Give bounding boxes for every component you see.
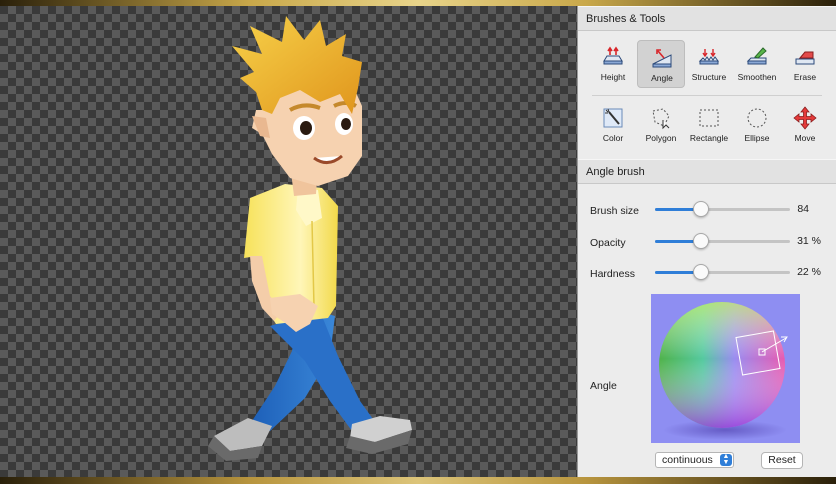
tool-polygon[interactable]: Polygon: [637, 101, 685, 149]
brushes-tools-header: Brushes & Tools: [578, 6, 836, 31]
opacity-label: Opacity: [590, 237, 626, 249]
window-bottom-border: [0, 477, 836, 484]
hardness-value: 22 %: [797, 266, 821, 278]
tool-smoothen[interactable]: Smoothen: [733, 40, 781, 88]
ellipse-select-icon: [747, 108, 767, 128]
angle-brush-header: Angle brush: [578, 159, 836, 184]
character-illustration: [208, 16, 412, 461]
smoothen-brush-icon: [746, 47, 767, 65]
brush-size-value: 84: [797, 203, 809, 215]
rectangle-select-icon: [699, 109, 719, 127]
tool-color[interactable]: Color: [589, 101, 637, 149]
normal-sphere: [659, 302, 788, 440]
slider-knob[interactable]: [693, 233, 709, 249]
tool-move[interactable]: Move: [781, 101, 829, 149]
tool-erase[interactable]: Erase: [781, 40, 829, 88]
tool-rectangle[interactable]: Rectangle: [685, 101, 733, 149]
tool-angle[interactable]: Angle: [637, 40, 685, 88]
tool-label: Move: [794, 133, 816, 143]
opacity-slider[interactable]: [655, 233, 790, 249]
drawing-canvas[interactable]: [0, 6, 577, 477]
tool-label: Erase: [793, 72, 817, 82]
tool-structure[interactable]: Structure: [685, 40, 733, 88]
mode-select-value: continuous: [662, 454, 713, 466]
tools-panel: Brushes & Tools Height Angle Structure S…: [577, 6, 836, 477]
tool-height[interactable]: Height: [589, 40, 637, 88]
angle-label: Angle: [590, 380, 617, 392]
mode-select[interactable]: continuous ▲ ▼: [655, 452, 734, 468]
opacity-value: 31 %: [797, 235, 821, 247]
height-brush-icon: [603, 46, 623, 65]
hardness-label: Hardness: [590, 268, 635, 280]
color-wand-icon: [603, 108, 623, 128]
reset-button[interactable]: Reset: [761, 452, 803, 469]
slider-knob[interactable]: [693, 264, 709, 280]
tools-divider: [592, 95, 822, 96]
brush-size-label: Brush size: [590, 205, 640, 217]
angle-brush-icon: [652, 49, 672, 68]
hardness-slider[interactable]: [655, 264, 790, 280]
tool-ellipse[interactable]: Ellipse: [733, 101, 781, 149]
move-icon: [793, 106, 817, 130]
slider-knob[interactable]: [693, 201, 709, 217]
polygon-select-icon: [652, 108, 670, 130]
structure-brush-icon: [698, 49, 719, 65]
select-arrows-icon: ▲ ▼: [720, 453, 732, 466]
angle-sphere-picker[interactable]: [651, 294, 800, 443]
erase-brush-icon: [795, 51, 815, 65]
